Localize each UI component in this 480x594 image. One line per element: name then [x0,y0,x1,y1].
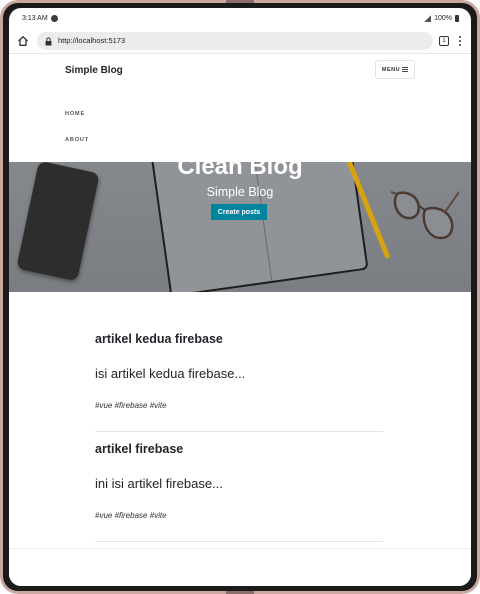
nav-link-home[interactable]: HOME [65,111,85,117]
hero-notebook-image [149,162,369,292]
footer-divider [9,548,471,549]
site-navbar: Simple Blog MENU HOME ABOUT [9,55,471,162]
notification-dot-icon [50,14,58,22]
more-options-icon[interactable] [455,33,465,49]
post-tags: #vue #firebase #vite [95,401,167,410]
post-excerpt[interactable]: ini isi artikel firebase... [95,476,223,491]
post-preview: artikel firebase ini isi artikel firebas… [95,432,383,542]
post-list: artikel kedua firebase isi artikel kedua… [95,322,383,542]
post-tags: #vue #firebase #vite [95,511,167,520]
post-excerpt[interactable]: isi artikel kedua firebase... [95,366,245,381]
status-bar: 3:13 AM 100% [9,8,471,28]
device-frame: 3:13 AM 100% http://localhost:5173 1 Sim… [0,0,480,594]
web-page: Simple Blog MENU HOME ABOUT Clean Blog S… [9,55,471,586]
status-left: 3:13 AM [22,14,58,22]
home-icon[interactable] [15,33,31,49]
tab-switcher-button[interactable]: 1 [439,35,449,46]
post-preview: artikel kedua firebase isi artikel kedua… [95,322,383,432]
hamburger-icon [402,67,409,72]
nav-link-about[interactable]: ABOUT [65,137,89,143]
hero-subtitle: Simple Blog [206,185,274,199]
hero-title: Clean Blog [177,162,303,180]
status-time: 3:13 AM [22,14,48,22]
address-bar[interactable]: http://localhost:5173 [37,31,433,50]
site-brand-link[interactable]: Simple Blog [65,65,123,76]
browser-toolbar: http://localhost:5173 1 [9,28,471,54]
hero-header: Clean Blog Simple Blog Create posts [9,162,471,292]
post-title-link[interactable]: artikel firebase [95,442,183,456]
create-posts-button[interactable]: Create posts [211,204,267,220]
url-text: http://localhost:5173 [58,36,126,45]
signal-icon [424,14,432,22]
device-screen: 3:13 AM 100% http://localhost:5173 1 Sim… [9,8,471,586]
lock-icon [45,36,53,46]
post-title-link[interactable]: artikel kedua firebase [95,332,223,346]
menu-toggle-button[interactable]: MENU [375,60,415,79]
menu-toggle-label: MENU [381,66,401,73]
battery-percent: 100% [434,14,452,22]
battery-icon [455,14,459,22]
status-right: 100% [424,14,459,22]
